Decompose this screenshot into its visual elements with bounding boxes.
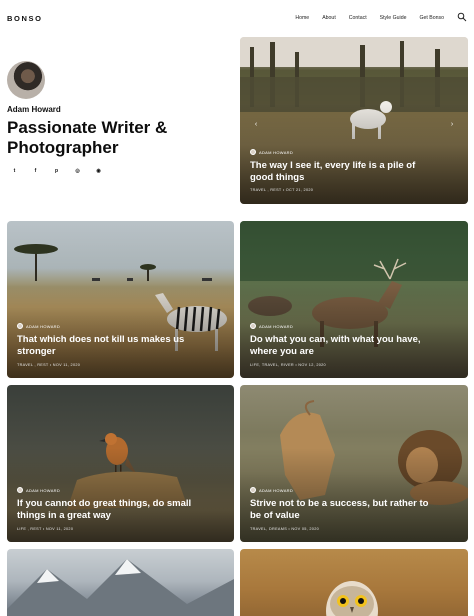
post-title[interactable]: The way I see it, every life is a pile o… bbox=[250, 160, 430, 184]
instagram-icon[interactable]: ◎ bbox=[70, 163, 85, 178]
post-card[interactable] bbox=[7, 549, 234, 616]
post-meta: LIFE, TRAVEL, RIVER • NOV 12, 2020 bbox=[250, 363, 326, 367]
author-mini-avatar bbox=[250, 149, 256, 155]
facebook-icon[interactable]: f bbox=[28, 163, 43, 178]
post-meta: TRAVEL , REST • OCT 21, 2020 bbox=[250, 188, 314, 192]
post-card[interactable] bbox=[240, 549, 468, 616]
search-icon[interactable] bbox=[457, 12, 467, 22]
nav-contact[interactable]: Contact bbox=[349, 15, 367, 21]
main-nav: Home About Contact Style Guide Get Bonso bbox=[282, 15, 444, 21]
nav-get-bonso[interactable]: Get Bonso bbox=[419, 15, 444, 21]
post-card[interactable]: ADAM HOWARD Do what you can, with what y… bbox=[240, 221, 468, 378]
post-author: ADAM HOWARD bbox=[17, 323, 60, 329]
post-title[interactable]: That which does not kill us makes us str… bbox=[17, 334, 197, 358]
site-logo[interactable]: BONSO bbox=[7, 14, 43, 23]
github-icon[interactable]: ◉ bbox=[91, 163, 106, 178]
nav-style-guide[interactable]: Style Guide bbox=[380, 15, 407, 21]
post-author: ADAM HOWARD bbox=[17, 487, 60, 493]
pinterest-icon[interactable]: p bbox=[49, 163, 64, 178]
author-mini-avatar bbox=[250, 323, 256, 329]
twitter-icon[interactable]: t bbox=[7, 163, 22, 178]
social-links: t f p ◎ ◉ bbox=[7, 163, 106, 178]
post-author: ADAM HOWARD bbox=[250, 487, 293, 493]
author-name: Adam Howard bbox=[7, 105, 61, 114]
nav-about[interactable]: About bbox=[322, 15, 336, 21]
post-author-name[interactable]: ADAM HOWARD bbox=[26, 324, 60, 329]
post-title[interactable]: If you cannot do great things, do small … bbox=[17, 498, 197, 522]
post-card[interactable]: ADAM HOWARD That which does not kill us … bbox=[7, 221, 234, 378]
post-meta: TRAVEL , REST • NOV 11, 2020 bbox=[17, 363, 81, 367]
post-image-owl bbox=[326, 581, 378, 616]
post-meta: LIFE , REST • NOV 11, 2020 bbox=[17, 527, 74, 531]
post-image-mountain bbox=[7, 559, 234, 616]
post-author-name[interactable]: ADAM HOWARD bbox=[259, 488, 293, 493]
post-card[interactable]: ADAM HOWARD Strive not to be a success, … bbox=[240, 385, 468, 542]
post-title[interactable]: Strive not to be a success, but rather t… bbox=[250, 498, 430, 522]
site-header: BONSO Home About Contact Style Guide Get… bbox=[0, 0, 474, 36]
post-card[interactable]: ADAM HOWARD If you cannot do great thing… bbox=[7, 385, 234, 542]
post-author-name[interactable]: ADAM HOWARD bbox=[259, 150, 293, 155]
author-mini-avatar bbox=[250, 487, 256, 493]
featured-post-card[interactable]: ‹ › ADAM HOWARD The way I see it, every … bbox=[240, 37, 468, 204]
hero-title: Passionate Writer & Photographer bbox=[7, 118, 168, 157]
nav-home[interactable]: Home bbox=[295, 15, 309, 21]
post-author: ADAM HOWARD bbox=[250, 323, 293, 329]
post-title[interactable]: Do what you can, with what you have, whe… bbox=[250, 334, 430, 358]
author-mini-avatar bbox=[17, 323, 23, 329]
chevron-left-icon[interactable]: ‹ bbox=[252, 121, 260, 129]
post-meta: TRAVEL, DREAMS • NOV 05, 2020 bbox=[250, 527, 320, 531]
author-mini-avatar bbox=[17, 487, 23, 493]
post-author: ADAM HOWARD bbox=[250, 149, 293, 155]
post-author-name[interactable]: ADAM HOWARD bbox=[26, 488, 60, 493]
author-avatar bbox=[7, 61, 45, 99]
post-author-name[interactable]: ADAM HOWARD bbox=[259, 324, 293, 329]
chevron-right-icon[interactable]: › bbox=[448, 121, 456, 129]
